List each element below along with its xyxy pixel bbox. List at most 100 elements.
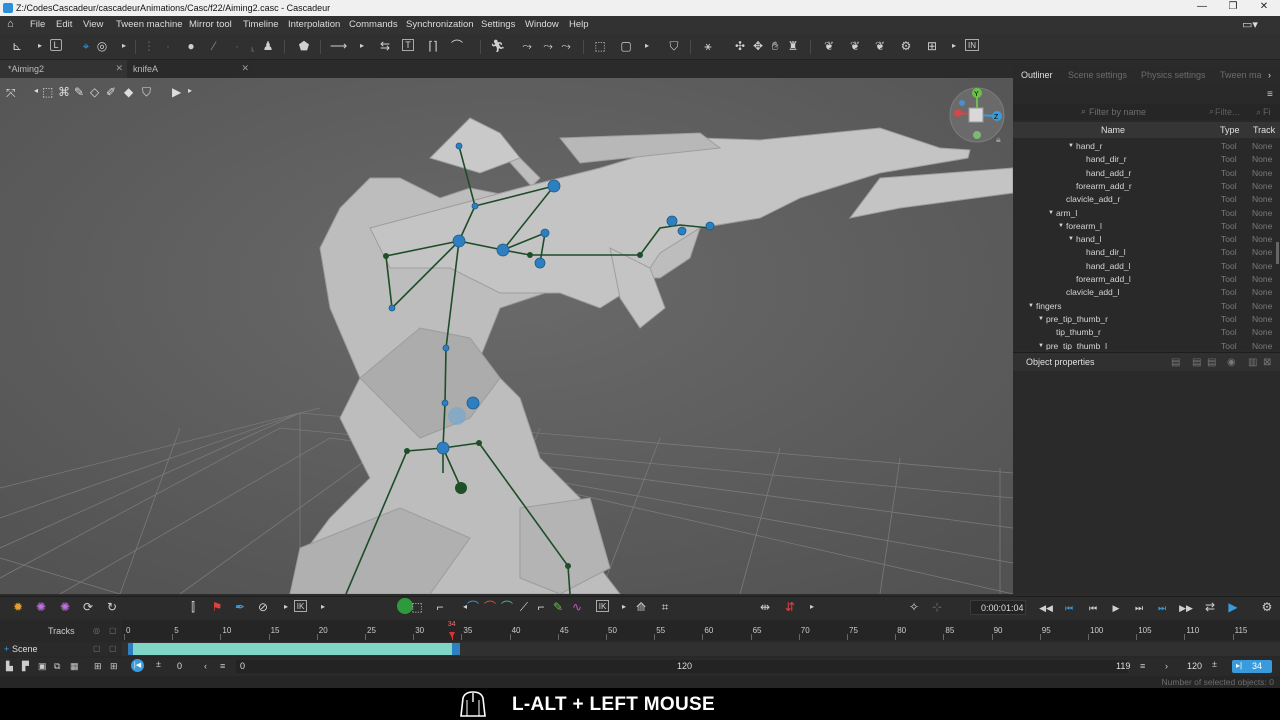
dropdown-arrow-icon[interactable]: ▸ [188,86,192,95]
cube-icon[interactable]: ◆ [124,85,133,99]
point-icon[interactable]: ● [184,39,198,53]
menu-icon[interactable]: ≡ [1267,89,1273,100]
outliner-row[interactable]: hand_add_r Tool None [1013,167,1275,180]
tab-physics-settings[interactable]: Physics settings [1141,70,1206,80]
outliner-row[interactable]: ▼ forearm_l Tool None [1013,220,1275,233]
step-icon[interactable]: ⌐ [433,600,447,614]
menu-interpolation[interactable]: Interpolation [288,19,340,30]
magic-icon[interactable]: ✧ [907,600,921,614]
filter-track-input[interactable]: Fi [1263,107,1271,117]
filter-type-input[interactable]: Filte... [1215,107,1240,117]
track-visibility-icon[interactable]: ▢ [93,644,101,653]
column-name[interactable]: Name [1101,125,1125,135]
shape-icon[interactable]: ◇ [90,85,99,99]
brush-icon[interactable]: ⁄ [207,39,221,53]
tab-tween-machine[interactable]: Tween ma [1220,70,1262,80]
pen-icon[interactable]: ✎ [74,85,84,99]
expand-icon[interactable]: ▛ [22,661,29,672]
autopose-full-icon[interactable]: ⤳ [559,39,573,53]
3d-viewport[interactable]: ⤧ ◂ ⬚ ⌘ ✎ ◇ ✐ ◆ ⛉ ▶︎ ▸ Y Z 🔒︎ [0,78,1013,594]
range-prev-icon[interactable]: ‹ [204,661,207,671]
body-icon[interactable]: ♜ [786,39,800,53]
dropdown-arrow-icon[interactable]: ▸ [316,600,330,614]
stepper-icon[interactable]: ± [156,659,161,669]
flag-icon[interactable]: ⚑ [210,600,224,614]
tab-scene-settings[interactable]: Scene settings [1068,70,1127,80]
panel-icon[interactable]: ▤ [1171,357,1180,368]
dropdown-arrow-icon[interactable]: ▸ [355,39,369,53]
outliner-row[interactable]: ▼ pre_tip_thumb_r Tool None [1013,313,1275,326]
bracket-icon[interactable]: ⌈⌉ [426,39,440,53]
bracket-tool-icon[interactable]: ⊞ [925,39,939,53]
panel-icon[interactable]: ▥ [1248,357,1257,368]
outliner-row[interactable]: forearm_add_r Tool None [1013,180,1275,193]
menu-help[interactable]: Help [569,19,589,30]
to-start-icon[interactable]: ⏮︎ [1062,601,1076,615]
scene-range-bar[interactable] [133,643,452,655]
curve-icon[interactable]: ⌒ [466,600,480,614]
joints-icon[interactable]: ⚹ [701,39,715,53]
camera-icon[interactable]: ▶︎ [172,85,181,99]
expand-arrow-icon[interactable]: ▼ [1058,223,1064,229]
feet-icon[interactable]: ❦ [822,39,836,53]
range-menu-icon[interactable]: ≡ [220,661,225,671]
outliner-row[interactable]: ▼ hand_l Tool None [1013,233,1275,246]
paint-icon[interactable]: ✐ [106,85,116,99]
select-icon[interactable]: ⬚ [42,85,53,99]
bezier-icon[interactable]: ⌗ [658,600,672,614]
range-red-icon[interactable]: ⇵ [783,600,797,614]
link-icon[interactable]: ⧉ [54,661,60,672]
menu-window[interactable]: Window [525,19,559,30]
play-icon[interactable]: ▶ [1109,601,1123,615]
camera-mode-icon[interactable]: ⤧ [6,86,16,101]
local-space-icon[interactable]: L [50,39,62,51]
frame-select-icon[interactable]: ⬚ [410,600,424,614]
dropdown-arrow-icon[interactable]: ▸ [805,600,819,614]
home-icon[interactable]: ⌂ [7,18,14,30]
outliner-row[interactable]: ▼ arm_l Tool None [1013,207,1275,220]
menu-settings[interactable]: Settings [481,19,515,30]
visibility-icon[interactable]: ◎ [93,626,100,635]
menu-edit[interactable]: Edit [56,19,72,30]
column-type[interactable]: Type [1220,125,1240,135]
wave-icon[interactable]: ∿ [570,600,584,614]
transform-gizmo-icon[interactable]: ⌖ [79,39,93,53]
step-tangent-icon[interactable]: ⌐ [534,600,548,614]
outliner-row[interactable]: ▼ hand_r Tool None [1013,140,1275,153]
graph-icon[interactable]: ⇆ [378,39,392,53]
current-frame-marker[interactable] [452,643,460,655]
outliner-row[interactable]: hand_dir_r Tool None [1013,153,1275,166]
pipette-icon[interactable]: ✒ [233,600,247,614]
panel-icon[interactable]: ▤ [1192,357,1201,368]
start-frame-button[interactable]: |◀ [131,659,144,672]
expand-arrow-icon[interactable]: ▼ [1038,343,1044,349]
feet-alt-icon[interactable]: ❦ [848,39,862,53]
menu-mirror-tool[interactable]: Mirror tool [189,19,232,30]
autopose-alt-icon[interactable]: ⤳ [541,39,555,53]
dropdown-arrow-icon[interactable]: ▸ [279,600,293,614]
menu-synchronization[interactable]: Synchronization [406,19,474,30]
add-icon[interactable]: + [4,644,9,654]
scene-track-header[interactable]: + Scene ▢ ▢ [0,642,122,656]
curve-red-icon[interactable]: ⌒ [483,600,497,614]
loop-playback-icon[interactable]: ⇄ [1203,600,1217,614]
lasso-icon[interactable]: ⌘ [58,85,70,99]
dropdown-arrow-icon[interactable]: ▸ [947,39,961,53]
dropdown-arrow-icon[interactable]: ▸ [117,39,131,53]
dropdown-arrow-icon[interactable]: ▸ [33,39,47,53]
hand-joints-icon[interactable]: ✥ [751,39,765,53]
dropdown-arrow-icon[interactable]: ▸ [640,39,654,53]
panel-icon[interactable]: ▤ [1207,357,1216,368]
expand-arrow-icon[interactable]: ▼ [1048,210,1054,216]
next-frame-icon[interactable]: ⏭︎ [1132,601,1146,615]
dropdown-arrow-icon[interactable]: ◂ [34,86,38,95]
outliner-row[interactable]: hand_dir_l Tool None [1013,246,1275,259]
outliner-row[interactable]: hand_add_l Tool None [1013,260,1275,273]
eye-icon[interactable]: ◉ [1227,357,1236,368]
interpolate-icon[interactable]: ⟰ [634,600,648,614]
run-pose-icon[interactable]: 🏃︎ [490,39,505,53]
grid-icon[interactable]: ▦ [70,661,79,672]
feet-alt2-icon[interactable]: ❦ [873,39,887,53]
close-tab-icon[interactable]: ✕ [241,63,249,74]
stepper-icon[interactable]: ± [1212,659,1217,669]
